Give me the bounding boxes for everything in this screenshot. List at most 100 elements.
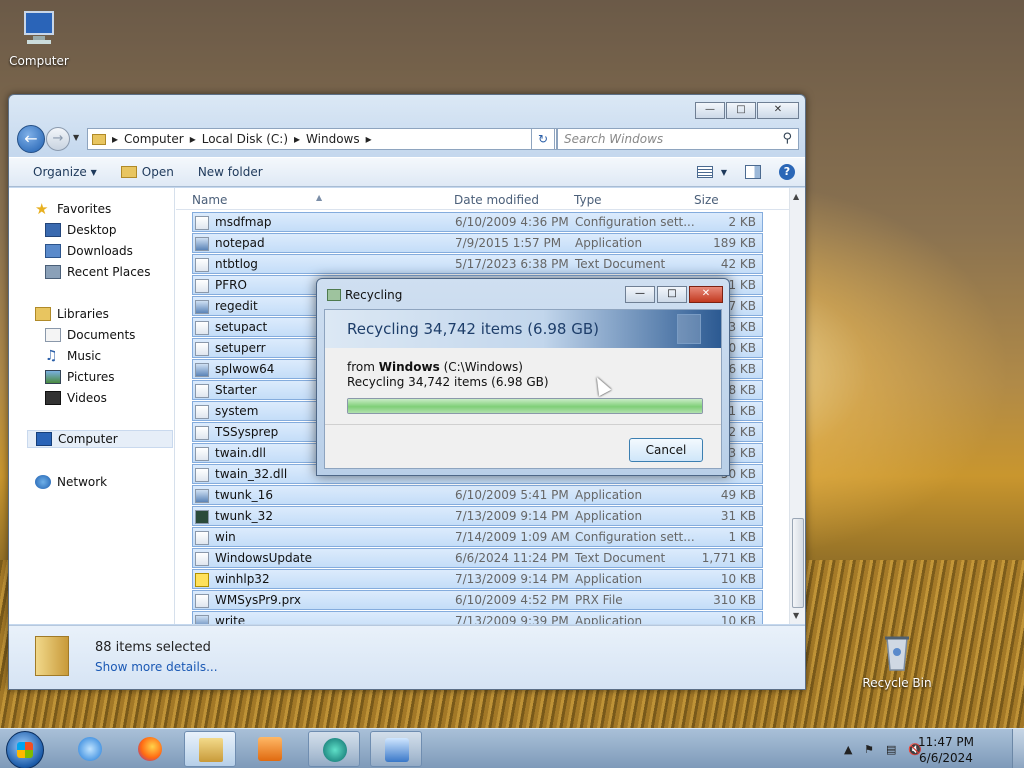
file-row[interactable]: msdfmap 6/10/2009 4:36 PM Configuration se… [192, 212, 763, 232]
nav-network[interactable]: Network [35, 473, 107, 491]
scroll-up-icon[interactable]: ▲ [793, 192, 799, 201]
back-button[interactable]: ← [17, 125, 45, 153]
from-location: from Windows (C:\Windows) [347, 360, 523, 374]
desktop-icon-label: Recycle Bin [862, 676, 932, 690]
nav-music[interactable]: ♫ Music [45, 347, 101, 365]
nav-favorites[interactable]: ★ Favorites [35, 200, 111, 218]
close-button[interactable]: ✕ [757, 102, 799, 119]
column-date-modified[interactable]: Date modified [454, 193, 539, 207]
nav-desktop[interactable]: Desktop [45, 221, 117, 239]
file-name: system [215, 404, 259, 418]
taskbar-internet-explorer[interactable] [64, 731, 116, 767]
change-view-button[interactable]: ▼ [696, 166, 727, 178]
file-row[interactable]: twunk_16 6/10/2009 5:41 PM Application 49 K… [192, 485, 763, 505]
breadcrumb-computer[interactable]: Computer [124, 132, 184, 146]
details-pane: 88 items selected Show more details... [9, 625, 805, 689]
minimize-button[interactable]: — [695, 102, 725, 119]
search-icon[interactable]: ⚲ [782, 131, 792, 146]
videos-icon [45, 391, 61, 405]
star-icon: ★ [35, 200, 49, 218]
taskbar-media-player[interactable] [244, 731, 296, 767]
new-folder-button[interactable]: New folder [186, 158, 275, 186]
breadcrumb-windows[interactable]: Windows [306, 132, 360, 146]
preview-pane-icon[interactable] [745, 165, 761, 179]
file-size: 31 KB [720, 509, 756, 523]
desktop-icon-computer[interactable]: Computer [4, 10, 74, 68]
scroll-thumb[interactable] [792, 518, 804, 608]
show-more-details-link[interactable]: Show more details... [95, 660, 218, 674]
column-type[interactable]: Type [574, 193, 602, 207]
file-row[interactable]: WindowsUpdate 6/6/2024 11:24 PM Text Docum… [192, 548, 763, 568]
column-size[interactable]: Size [694, 193, 719, 207]
file-date: 6/6/2024 11:24 PM [455, 551, 569, 565]
taskbar-control-panel[interactable] [370, 731, 422, 767]
file-size: 10 KB [720, 572, 756, 586]
network-tray-icon[interactable]: ▤ [886, 743, 896, 756]
txt-file-icon [195, 426, 209, 440]
taskbar-app[interactable] [308, 731, 360, 767]
nav-documents[interactable]: Documents [45, 326, 135, 344]
show-hidden-icons[interactable]: ▲ [844, 743, 852, 756]
file-row[interactable]: win 7/14/2009 1:09 AM Configuration sett..… [192, 527, 763, 547]
desktop-icon-recycle-bin[interactable]: Recycle Bin [862, 632, 932, 690]
file-name: setupact [215, 320, 268, 334]
file-row[interactable]: ntbtlog 5/17/2023 6:38 PM Text Document 42 … [192, 254, 763, 274]
action-center-flag-icon[interactable]: ⚑ [864, 743, 874, 756]
open-button[interactable]: Open [109, 158, 186, 186]
address-bar[interactable]: ▸ Computer ▸ Local Disk (C:) ▸ Windows ▸… [87, 128, 557, 150]
file-date: 7/13/2009 9:39 PM [455, 614, 569, 624]
dialog-maximize-button[interactable]: □ [657, 286, 687, 303]
exe-file-icon [195, 615, 209, 624]
nav-videos[interactable]: Videos [45, 389, 107, 407]
clock[interactable]: 11:47 PM 6/6/2024 [918, 734, 974, 766]
vertical-scrollbar[interactable]: ▲ ▼ [789, 188, 805, 624]
documents-icon [45, 328, 61, 342]
file-row[interactable]: winhlp32 7/13/2009 9:14 PM Application 10 K… [192, 569, 763, 589]
txt-file-icon [195, 279, 209, 293]
file-row[interactable]: WMSysPr9.prx 6/10/2009 4:52 PM PRX File 310… [192, 590, 763, 610]
scroll-down-icon[interactable]: ▼ [793, 611, 799, 620]
organize-button[interactable]: Organize ▼ [9, 158, 109, 186]
maximize-button[interactable]: □ [726, 102, 756, 119]
chevron-down-icon: ▼ [720, 167, 727, 177]
help-icon[interactable]: ? [779, 164, 795, 180]
cancel-button[interactable]: Cancel [629, 438, 703, 462]
breadcrumb-local-disk[interactable]: Local Disk (C:) [202, 132, 288, 146]
start-button[interactable] [6, 731, 44, 768]
downloads-icon [45, 244, 61, 258]
recent-pages-dropdown[interactable]: ▼ [73, 133, 79, 142]
file-name: win [215, 530, 236, 544]
nav-pictures[interactable]: Pictures [45, 368, 115, 386]
taskbar-explorer[interactable] [184, 731, 236, 767]
dialog-title: Recycling [345, 288, 403, 302]
file-size: 42 KB [720, 257, 756, 271]
nav-libraries[interactable]: Libraries [35, 305, 109, 323]
refresh-button[interactable]: ↻ [531, 128, 555, 150]
nav-recent-places[interactable]: Recent Places [45, 263, 150, 281]
file-date: 7/13/2009 9:14 PM [455, 509, 569, 523]
file-row[interactable]: write 7/13/2009 9:39 PM Application 10 KB [192, 611, 763, 624]
file-name: Starter [215, 383, 257, 397]
forward-button[interactable]: → [46, 127, 70, 151]
file-row[interactable]: notepad 7/9/2015 1:57 PM Application 189 KB [192, 233, 763, 253]
show-desktop-button[interactable] [1012, 729, 1024, 768]
file-name: regedit [215, 299, 258, 313]
file-name: WindowsUpdate [215, 551, 313, 565]
dialog-minimize-button[interactable]: — [625, 286, 655, 303]
command-bar: Organize ▼ Open New folder ▼ ? [9, 157, 805, 187]
search-input[interactable]: Search Windows ⚲ [557, 128, 799, 150]
file-row[interactable]: twunk_32 7/13/2009 9:14 PM Application 31 K… [192, 506, 763, 526]
desktop-icon-label: Computer [9, 54, 69, 68]
nav-downloads[interactable]: Downloads [45, 242, 133, 260]
nav-computer[interactable]: Computer [27, 430, 173, 448]
dialog-close-button[interactable]: ✕ [689, 286, 723, 303]
file-date: 7/9/2015 1:57 PM [455, 236, 562, 250]
libraries-icon [35, 307, 51, 321]
taskbar-firefox[interactable] [124, 731, 176, 767]
help-file-icon [195, 573, 209, 587]
file-name: twain_32.dll [215, 467, 288, 481]
column-name[interactable]: Name [192, 193, 227, 207]
txt-file-icon [195, 594, 209, 608]
windows-logo-icon [17, 742, 33, 758]
file-size: 49 KB [720, 488, 756, 502]
